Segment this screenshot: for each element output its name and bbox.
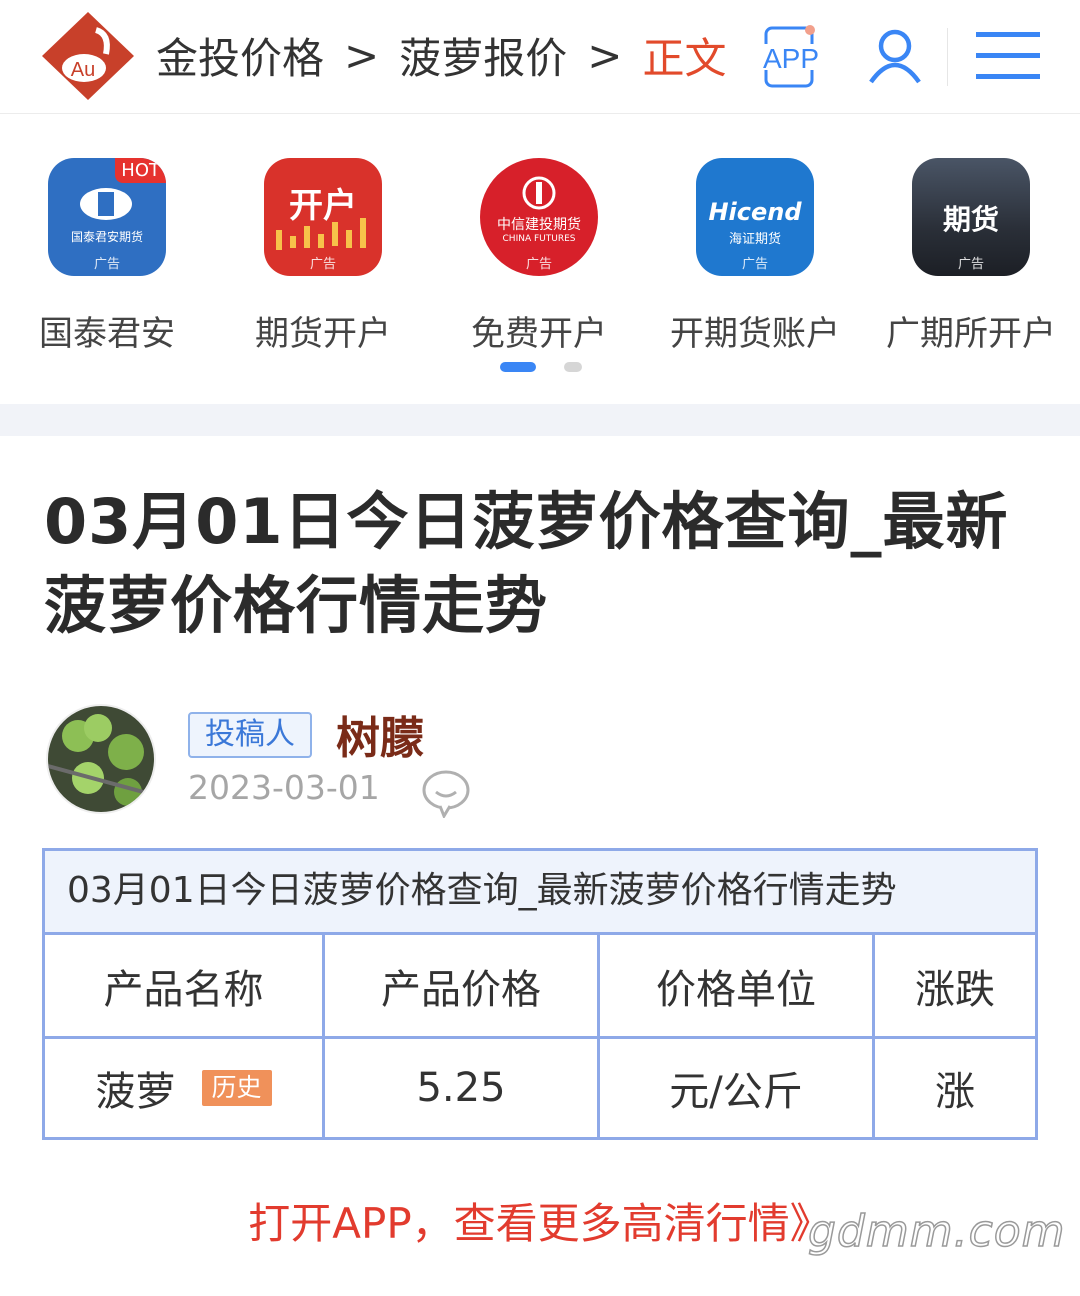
breadcrumb: 金投价格 > 菠萝报价 > 正文 [156,26,726,84]
breadcrumb-current: 正文 [642,33,727,83]
ad-item-free-account[interactable]: 中信建投期货 CHINA FUTURES 广告 免费开户 [444,158,634,355]
cell-change: 涨 [935,1069,975,1115]
ad-label: 免费开户 [471,314,607,354]
cell-product-name: 菠萝 历史 [45,1039,325,1137]
ad-label: 国泰君安 [39,314,175,354]
kaihu-logo-icon: 开户 广告 [264,158,382,276]
breadcrumb-separator: > [344,30,380,80]
author-avatar[interactable] [46,704,156,814]
header-product-price: 产品价格 [325,935,600,1036]
ad-label: 广期所开户 [886,314,1056,354]
product-name: 菠萝 [95,1069,176,1115]
tile-text: 中信建投期货 [497,217,581,233]
ad-tag: 广告 [93,257,120,272]
menu-icon[interactable] [976,30,1040,82]
header-product-name: 产品名称 [45,935,325,1036]
hicend-logo-icon: Hicend 海证期货 广告 [696,158,814,276]
publish-date: 2023-03-01 [188,768,380,807]
top-header: Au 金投价格 > 菠萝报价 > 正文 APP [0,0,1080,114]
guotai-logo-icon: HOT 国泰君安期货 广告 [48,158,166,276]
ad-carousel: HOT 国泰君安期货 广告 国泰君安 开户 广告 期货开户 中信建投期货 CHI… [0,114,1080,404]
futures-logo-icon: 期货 广告 [912,158,1030,276]
breadcrumb-separator: > [587,30,623,80]
site-logo[interactable]: Au [40,10,136,102]
ad-tag: 广告 [525,257,552,272]
tile-text: 国泰君安期货 [70,230,143,244]
tile-text: Hicend [708,198,802,226]
tile-subtext: 海证期货 [728,232,781,247]
ad-label: 期货开户 [255,314,391,354]
article-title: 03月01日今日菠萝价格查询_最新菠萝价格行情走势 [44,485,1009,642]
cell-price: 5.25 [325,1039,600,1137]
ad-tag: 广告 [309,257,336,272]
cell-unit: 元/公斤 [600,1039,875,1137]
comment-icon[interactable] [420,768,472,818]
hot-badge: HOT [115,158,166,183]
header-price-unit: 价格单位 [600,935,875,1036]
table-caption: 03月01日今日菠萝价格查询_最新菠萝价格行情走势 [45,851,1035,935]
watermark: gdmm.com [807,1205,1066,1258]
app-download-icon[interactable]: APP [756,24,826,90]
ad-item-gfex-account[interactable]: 期货 广告 广期所开户 [876,158,1066,355]
section-divider [0,404,1080,436]
tile-subtext: CHINA FUTURES [502,234,576,244]
ad-tag: 广告 [741,257,768,272]
header-change: 涨跌 [915,966,995,1013]
author-name[interactable]: 树朦 [336,702,424,766]
ad-item-guotai[interactable]: HOT 国泰君安期货 广告 国泰君安 [12,158,202,355]
carousel-dot-active[interactable] [500,362,536,372]
user-icon[interactable] [866,26,924,84]
logo-text: Au [71,59,95,81]
ad-tag: 广告 [957,257,984,272]
app-label: APP [763,43,819,74]
table-row: 菠萝 历史 5.25 元/公斤 涨 [45,1036,1035,1137]
table-header-row: 产品名称 产品价格 价格单位 涨跌 [45,935,1035,1036]
contributor-tag: 投稿人 [188,712,312,758]
carousel-dot[interactable] [564,362,582,372]
ad-item-open-futures[interactable]: Hicend 海证期货 广告 开期货账户 [660,158,850,355]
tile-text: 期货 [942,203,999,236]
breadcrumb-category[interactable]: 菠萝报价 [399,25,567,86]
header-divider [947,28,948,86]
price-table: 03月01日今日菠萝价格查询_最新菠萝价格行情走势 产品名称 产品价格 价格单位… [42,848,1038,1140]
ad-label: 开期货账户 [670,314,840,354]
breadcrumb-home[interactable]: 金投价格 [156,25,324,86]
history-button[interactable]: 历史 [201,1070,272,1106]
citic-logo-icon: 中信建投期货 CHINA FUTURES 广告 [480,158,598,276]
ad-item-futures-account[interactable]: 开户 广告 期货开户 [228,158,418,355]
